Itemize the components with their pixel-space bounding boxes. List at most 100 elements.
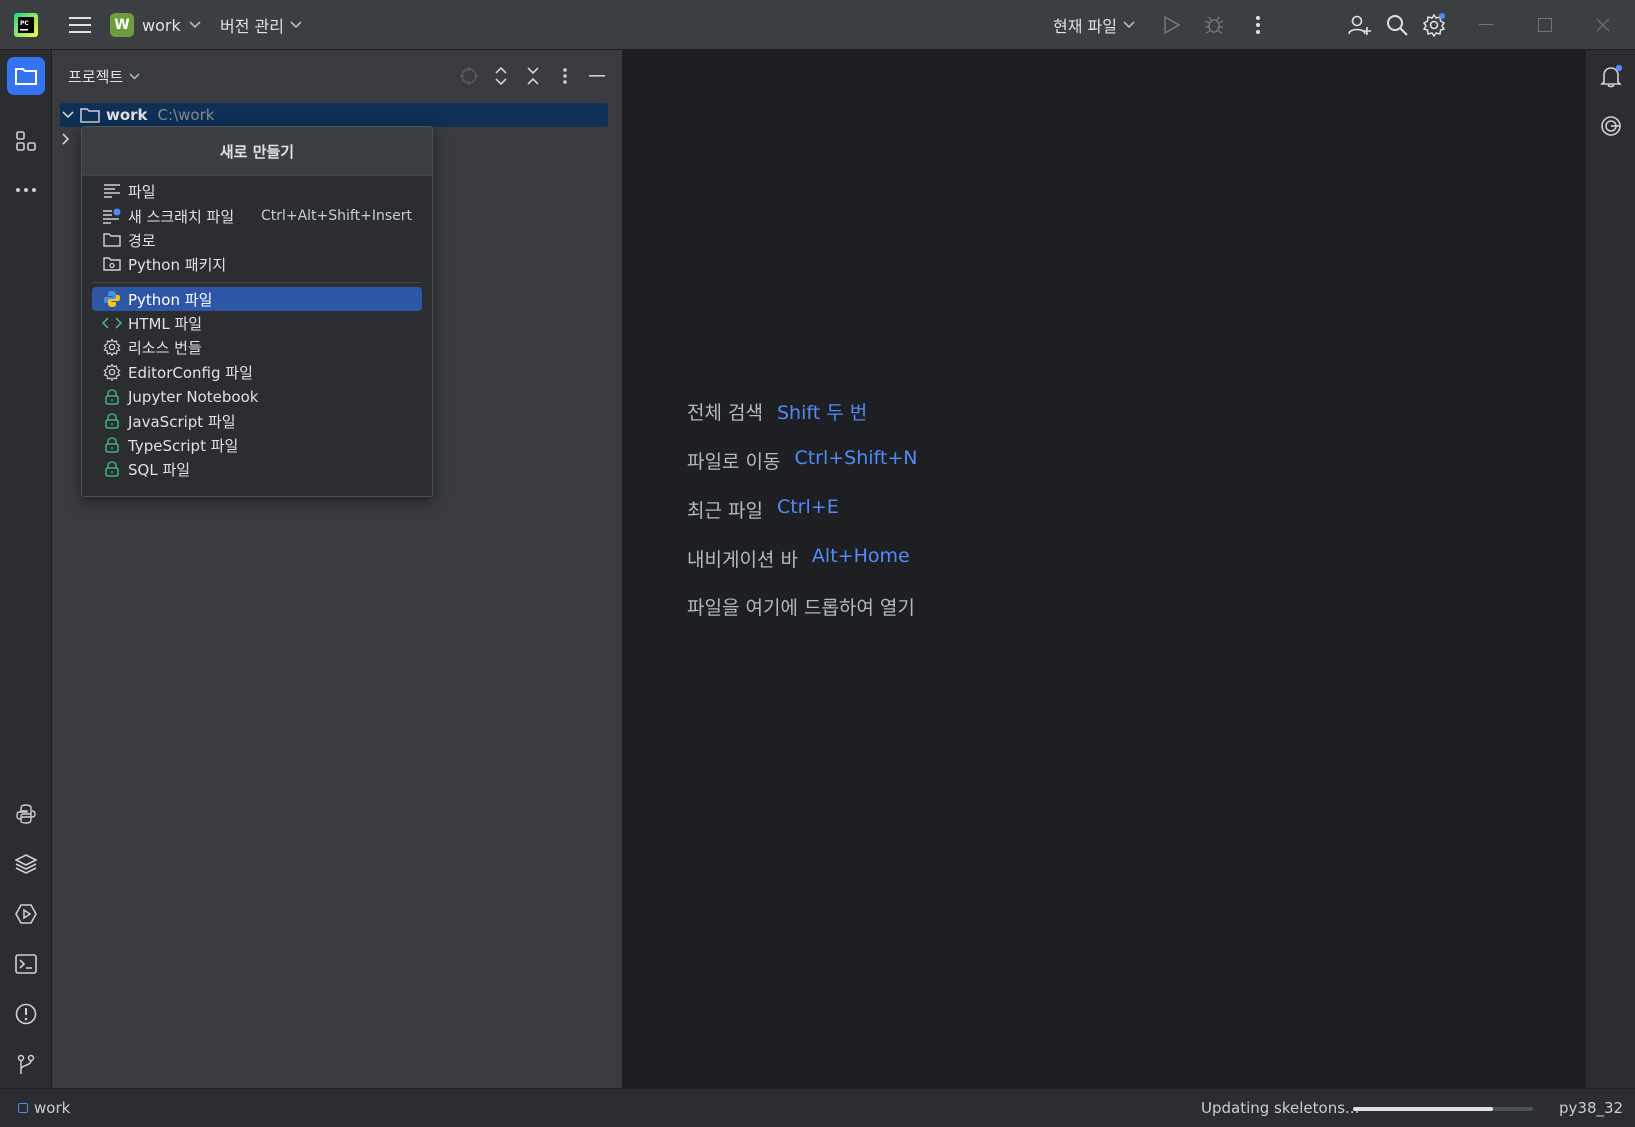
layers-icon — [15, 854, 37, 874]
run-config-label: 현재 파일 — [1053, 17, 1117, 36]
services-button[interactable] — [7, 895, 45, 933]
text-file-icon — [102, 181, 122, 201]
folder-icon — [102, 230, 122, 250]
breadcrumb-label: work — [34, 1099, 71, 1117]
hint-label: 파일을 여기에 드롭하여 열기 — [687, 597, 915, 619]
tree-root-path: C:\work — [157, 106, 215, 124]
terminal-icon — [15, 954, 37, 974]
project-panel-title: 프로젝트 — [68, 68, 124, 86]
title-bar: PC W work 버전 관리 현재 파일 — [0, 0, 1635, 50]
python-packages-button[interactable] — [7, 845, 45, 883]
notifications-button[interactable] — [1592, 57, 1630, 95]
hint-label: 최근 파일 — [687, 500, 763, 522]
status-bar: work Updating skeletons... py38_32 — [0, 1088, 1635, 1127]
project-badge: W — [110, 13, 134, 37]
vcs-label: 버전 관리 — [220, 17, 284, 36]
pycharm-logo-icon[interactable]: PC — [14, 0, 38, 50]
svg-text:PC: PC — [20, 20, 29, 27]
chevron-down-icon — [1123, 21, 1135, 29]
menu-item-python-file[interactable]: Python 파일 — [92, 287, 422, 311]
tree-external-libraries-row[interactable] — [62, 127, 70, 151]
menu-item-label: JavaScript 파일 — [128, 412, 236, 431]
run-config-selector[interactable]: 현재 파일 — [1053, 0, 1135, 50]
main-menu-icon[interactable] — [62, 0, 98, 50]
chevron-down-icon[interactable] — [62, 111, 74, 119]
hint-label: 전체 검색 — [687, 402, 763, 424]
add-user-icon[interactable] — [1341, 0, 1377, 50]
menu-item-python-package[interactable]: Python 패키지 — [92, 252, 422, 276]
project-widget[interactable]: W work — [110, 0, 201, 50]
hide-panel-icon[interactable] — [583, 62, 611, 90]
hint-shortcut[interactable]: Shift 두 번 — [777, 398, 867, 425]
module-icon — [18, 1103, 28, 1113]
menu-item-label: HTML 파일 — [128, 314, 203, 333]
gear-icon — [102, 362, 122, 382]
chevron-down-icon — [189, 21, 201, 29]
menu-item-label: TypeScript 파일 — [128, 436, 239, 455]
menu-item-shortcut: Ctrl+Alt+Shift+Insert — [260, 208, 412, 224]
menu-item-javascript-file[interactable]: JavaScript 파일 — [92, 409, 422, 433]
folder-icon — [15, 68, 37, 85]
menu-item-file[interactable]: 파일 — [92, 179, 422, 203]
folder-icon — [80, 108, 100, 123]
menu-item-resource-bundle[interactable]: 리소스 번들 — [92, 335, 422, 359]
python-icon — [102, 289, 122, 309]
lock-icon — [102, 435, 122, 455]
tree-root-name: work — [106, 106, 148, 124]
maximize-icon[interactable] — [1527, 0, 1563, 50]
terminal-button[interactable] — [7, 945, 45, 983]
menu-item-label: 새 스크래치 파일 — [128, 207, 235, 226]
debug-icon[interactable] — [1196, 0, 1232, 50]
git-branch-icon — [17, 1054, 35, 1074]
vcs-widget[interactable]: 버전 관리 — [220, 0, 302, 50]
project-tool-button[interactable] — [7, 57, 45, 95]
chevron-down-icon — [290, 21, 302, 29]
settings-gear-icon[interactable] — [1416, 0, 1452, 50]
hint-navigation-bar: 내비게이션 바 Alt+Home — [687, 545, 910, 572]
progress-bar-fill — [1353, 1107, 1494, 1111]
locate-file-icon[interactable] — [455, 62, 483, 90]
project-view-selector[interactable]: 프로젝트 — [68, 66, 140, 87]
hint-shortcut[interactable]: Ctrl+Shift+N — [794, 447, 917, 474]
menu-separator — [92, 282, 422, 283]
options-icon[interactable] — [551, 62, 579, 90]
menu-item-label: 리소스 번들 — [128, 338, 202, 357]
editor-empty-area[interactable]: 전체 검색 Shift 두 번 파일로 이동 Ctrl+Shift+N 최근 파… — [623, 50, 1585, 1088]
expand-all-icon[interactable] — [487, 62, 515, 90]
hint-shortcut[interactable]: Ctrl+E — [777, 496, 839, 523]
menu-item-scratch-file[interactable]: 새 스크래치 파일 Ctrl+Alt+Shift+Insert — [92, 204, 422, 228]
tree-root-row[interactable]: work C:\work — [62, 103, 214, 127]
more-actions-icon[interactable] — [1240, 0, 1276, 50]
minimize-icon[interactable] — [1468, 0, 1504, 50]
progress-bar[interactable] — [1353, 1107, 1533, 1111]
python-console-button[interactable] — [7, 795, 45, 833]
hint-go-to-file: 파일로 이동 Ctrl+Shift+N — [687, 447, 918, 474]
chevron-down-icon — [129, 73, 140, 80]
ai-assistant-icon — [1601, 116, 1621, 136]
more-tools-button[interactable] — [7, 171, 45, 209]
search-icon[interactable] — [1379, 0, 1415, 50]
interpreter-selector[interactable]: py38_32 — [1559, 1099, 1623, 1117]
menu-item-jupyter-notebook[interactable]: Jupyter Notebook — [92, 385, 422, 409]
menu-item-directory[interactable]: 경로 — [92, 228, 422, 252]
problems-button[interactable] — [7, 995, 45, 1033]
breadcrumb[interactable]: work — [18, 1099, 70, 1117]
menu-item-label: Python 파일 — [128, 290, 213, 309]
menu-item-editorconfig-file[interactable]: EditorConfig 파일 — [92, 360, 422, 384]
menu-item-html-file[interactable]: HTML 파일 — [92, 311, 422, 335]
scratch-file-icon — [102, 206, 122, 226]
git-button[interactable] — [7, 1045, 45, 1083]
close-icon[interactable] — [1585, 0, 1621, 50]
menu-item-label: SQL 파일 — [128, 460, 191, 479]
menu-item-sql-file[interactable]: SQL 파일 — [92, 457, 422, 481]
ai-assistant-button[interactable] — [1592, 107, 1630, 145]
structure-tool-button[interactable] — [7, 122, 45, 160]
run-icon[interactable] — [1154, 0, 1190, 50]
menu-item-typescript-file[interactable]: TypeScript 파일 — [92, 433, 422, 457]
progress-text[interactable]: Updating skeletons... — [1201, 1099, 1359, 1117]
structure-icon — [16, 131, 36, 151]
lock-icon — [102, 387, 122, 407]
collapse-all-icon[interactable] — [519, 62, 547, 90]
hint-shortcut[interactable]: Alt+Home — [812, 545, 910, 572]
chevron-right-icon[interactable] — [62, 133, 70, 145]
